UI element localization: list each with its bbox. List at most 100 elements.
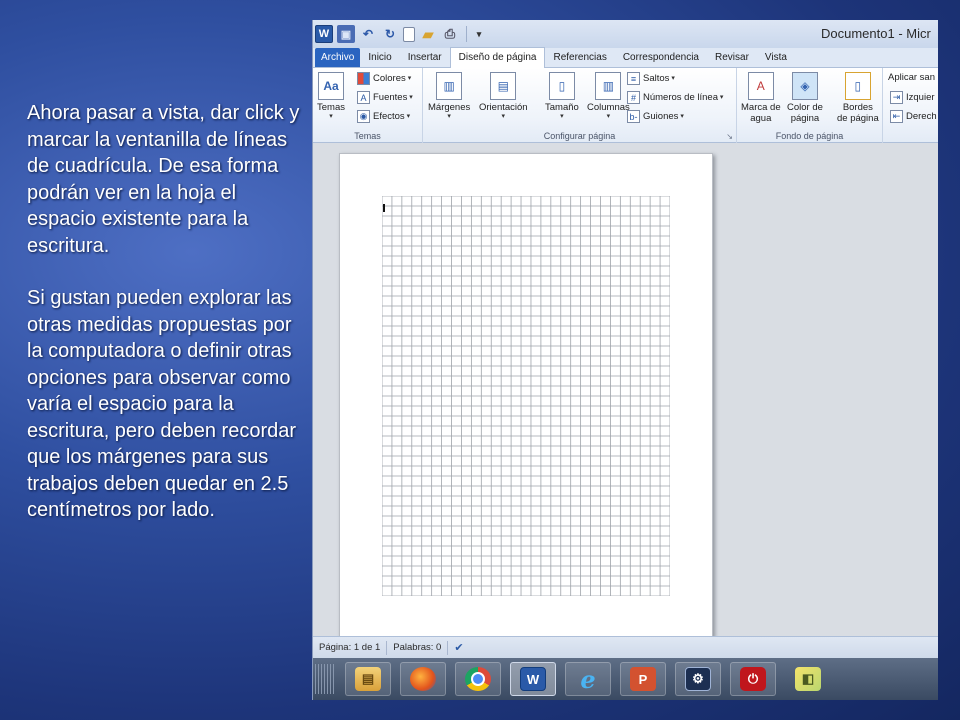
orientacion-label: Orientación (479, 102, 528, 113)
tab-diseno-de-pagina[interactable]: Diseño de página (449, 47, 546, 68)
firefox-icon (410, 667, 436, 691)
tab-revisar[interactable]: Revisar (707, 48, 757, 67)
margenes-label: Márgenes (428, 102, 471, 113)
tab-referencias[interactable]: Referencias (545, 48, 614, 67)
taskbar-ie-button[interactable]: e (565, 662, 611, 696)
saltos-button[interactable]: ≡ Saltos ▾ (627, 72, 675, 85)
taskbar-grip[interactable] (315, 664, 335, 694)
taskbar-notes-button[interactable]: ◧ (785, 662, 831, 696)
group-label-configurar-pagina: Configurar página (543, 131, 616, 141)
orientacion-button[interactable]: ▤ Orientación ▾ (479, 72, 528, 121)
sticky-notes-icon: ◧ (795, 667, 821, 691)
bordes-de-pagina-button[interactable]: ▯ Bordes de página (837, 72, 879, 124)
group-temas: Aa Temas ▾ Colores ▾ A Fuentes ▾ ◉ Efect… (313, 68, 423, 143)
settings-tool-icon: ⚙ (685, 667, 711, 691)
guiones-button[interactable]: b- Guiones ▾ (627, 110, 684, 123)
chevron-down-icon: ▾ (405, 74, 412, 82)
taskbar-chrome-button[interactable] (455, 662, 501, 696)
fuentes-button[interactable]: A Fuentes ▾ (357, 91, 413, 104)
text-cursor (383, 204, 385, 212)
print-preview-icon[interactable]: ⎙ (441, 25, 459, 43)
chevron-down-icon: ▾ (669, 74, 675, 82)
quick-access-toolbar: W ▣ ↶ ↻ ▰ ⎙ ▾ (313, 20, 492, 48)
title-bar: W ▣ ↶ ↻ ▰ ⎙ ▾ Documento1 - Micr (313, 20, 938, 48)
fonts-icon: A (357, 91, 370, 104)
tab-vista[interactable]: Vista (757, 48, 795, 67)
powerpoint-icon: P (630, 667, 656, 691)
chrome-icon (465, 667, 491, 691)
ribbon: Aa Temas ▾ Colores ▾ A Fuentes ▾ ◉ Efect… (313, 68, 938, 143)
dialog-launcher-icon[interactable]: ↘ (726, 132, 733, 141)
folder-icon: ▤ (355, 667, 381, 691)
marca-label-1: Marca de (741, 102, 781, 113)
columns-icon: ▥ (595, 72, 622, 100)
internet-explorer-icon: e (580, 664, 596, 694)
taskbar-firefox-button[interactable] (400, 662, 446, 696)
saltos-label: Saltos (643, 73, 670, 84)
taskbar-explorer-button[interactable]: ▤ (345, 662, 391, 696)
orientation-icon: ▤ (490, 72, 517, 100)
open-folder-icon[interactable]: ▰ (419, 25, 437, 43)
chevron-down-icon: ▾ (501, 113, 506, 120)
columnas-button[interactable]: ▥ Columnas ▾ (587, 72, 630, 121)
chevron-down-icon: ▾ (407, 93, 413, 101)
colors-icon (357, 72, 370, 85)
proofing-check-icon[interactable]: ✔ (448, 641, 469, 654)
word-count[interactable]: Palabras: 0 (387, 640, 449, 655)
colores-button[interactable]: Colores ▾ (357, 72, 411, 85)
chevron-down-icon: ▾ (606, 113, 611, 120)
page-color-icon: ◈ (791, 72, 818, 100)
izquierda-label: Izquier (906, 92, 935, 103)
chevron-down-icon: ▾ (678, 112, 684, 120)
save-icon[interactable]: ▣ (337, 25, 355, 43)
color-label-1: Color de (787, 102, 823, 113)
customize-qat-icon[interactable]: ▾ (470, 25, 488, 43)
chevron-down-icon: ▾ (717, 93, 724, 101)
sangria-izquierda-field[interactable]: ⇥ Izquier (890, 91, 935, 104)
watermark-icon: A (747, 72, 774, 100)
efectos-button[interactable]: ◉ Efectos ▾ (357, 110, 410, 123)
fuentes-label: Fuentes (373, 92, 408, 103)
new-document-icon[interactable] (403, 26, 415, 42)
taskbar-power-button[interactable]: ⏻ (730, 662, 776, 696)
sangria-derecha-field[interactable]: ⇤ Derech (890, 110, 937, 123)
temas-button[interactable]: Aa Temas ▾ (317, 72, 345, 121)
chevron-down-icon: ▾ (560, 113, 564, 120)
word-app-icon[interactable]: W (315, 25, 333, 43)
chevron-down-icon: ▾ (329, 113, 333, 120)
numeros-de-linea-button[interactable]: # Números de línea ▾ (627, 91, 723, 104)
tamano-label: Tamaño (545, 102, 579, 113)
redo-icon[interactable]: ↻ (381, 25, 399, 43)
taskbar-tool-button[interactable]: ⚙ (675, 662, 721, 696)
document-page[interactable] (339, 153, 713, 636)
tamano-button[interactable]: ▯ Tamaño ▾ (545, 72, 579, 121)
qat-separator (466, 26, 467, 42)
page-borders-icon: ▯ (844, 72, 871, 100)
instruction-paragraph-1: Ahora pasar a vista, dar click y marcar … (27, 102, 300, 257)
taskbar-word-button[interactable]: W (510, 662, 556, 696)
chevron-down-icon: ▾ (404, 112, 411, 120)
derecha-label: Derech (906, 111, 937, 122)
color-de-pagina-button[interactable]: ◈ Color de página (787, 72, 823, 124)
tab-correspondencia[interactable]: Correspondencia (615, 48, 707, 67)
tab-inicio[interactable]: Inicio (360, 48, 399, 67)
size-icon: ▯ (548, 72, 575, 100)
ribbon-tabs: Archivo Inicio Insertar Diseño de página… (313, 47, 938, 68)
taskbar-powerpoint-button[interactable]: P (620, 662, 666, 696)
themes-icon: Aa (317, 72, 344, 100)
page-count[interactable]: Página: 1 de 1 (313, 640, 388, 655)
margenes-button[interactable]: ▥ Márgenes ▾ (428, 72, 470, 121)
document-area[interactable] (313, 143, 938, 636)
bordes-label-2: de página (837, 113, 879, 124)
tab-archivo[interactable]: Archivo (315, 48, 361, 67)
tab-insertar[interactable]: Insertar (400, 48, 450, 67)
line-numbers-icon: # (627, 91, 640, 104)
group-configurar-pagina: ▥ Márgenes ▾ ▤ Orientación ▾ ▯ Tamaño ▾ … (423, 68, 737, 143)
chevron-down-icon: ▾ (447, 113, 451, 120)
indent-right-icon: ⇤ (890, 110, 903, 123)
marca-de-agua-button[interactable]: A Marca de agua (741, 72, 781, 124)
numeros-label: Números de línea (643, 92, 718, 103)
power-icon: ⏻ (740, 667, 766, 691)
slide-instructions: Ahora pasar a vista, dar click y marcar … (27, 100, 309, 524)
undo-icon[interactable]: ↶ (359, 25, 377, 43)
